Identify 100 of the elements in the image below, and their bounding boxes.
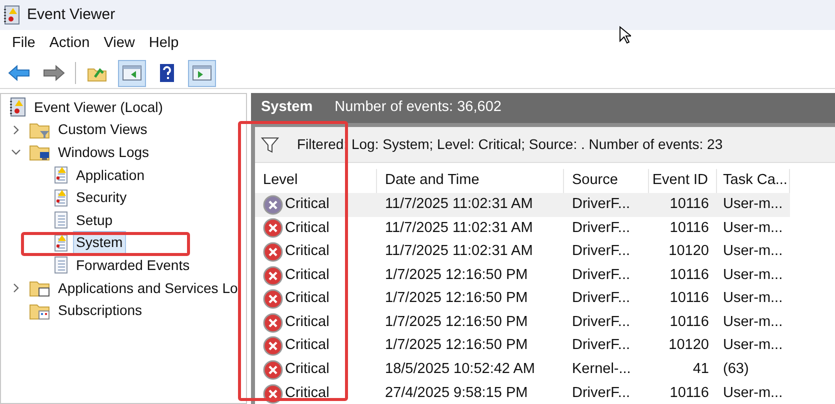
event-viewer-icon bbox=[9, 97, 27, 118]
table-cell-text: 11/7/2025 11:02:31 AM bbox=[384, 194, 534, 214]
pane-left-icon[interactable] bbox=[122, 65, 142, 81]
tree-item[interactable]: Event Viewer (Local) bbox=[31, 96, 166, 119]
table-cell-text: Critical bbox=[285, 289, 330, 308]
table-row[interactable]: Critical 1/7/2025 12:16:50 PM DriverF... 10116 User-m... bbox=[255, 287, 790, 311]
table-cell-text: 10120 bbox=[668, 242, 710, 262]
table-cell-text: User-m... bbox=[722, 312, 784, 332]
filter-icon bbox=[261, 136, 279, 152]
log-icon bbox=[53, 256, 69, 274]
chevron-right-icon[interactable] bbox=[11, 124, 21, 135]
toolbar-button[interactable] bbox=[188, 60, 216, 86]
table-cell-text: 18/5/2025 10:52:42 AM bbox=[384, 360, 536, 380]
error-icon bbox=[263, 312, 283, 333]
table-cell-text: User-m... bbox=[722, 289, 784, 308]
table-cell-text: Critical bbox=[285, 266, 330, 285]
table-cell-text: 27/4/2025 9:58:15 PM bbox=[384, 384, 529, 403]
table-cell-text: DriverF... bbox=[571, 242, 631, 262]
folder-calendar-icon bbox=[29, 302, 51, 320]
table-row[interactable]: Critical 11/7/2025 11:02:31 AM DriverF... 10116 User-m... bbox=[255, 193, 790, 217]
pane-right-icon[interactable] bbox=[192, 65, 212, 81]
table-cell-text: User-m... bbox=[722, 384, 784, 403]
tree-item[interactable]: Custom Views bbox=[55, 118, 150, 142]
table-cell-text: User-m... bbox=[722, 266, 784, 285]
table-row[interactable]: Critical 11/7/2025 11:02:31 AM DriverF... 10116 User-m... bbox=[255, 216, 790, 240]
table-cell-text: DriverF... bbox=[571, 384, 631, 403]
folder-filter-icon bbox=[29, 120, 51, 139]
table-cell-text: 10116 bbox=[668, 289, 710, 308]
table-cell-text: User-m... bbox=[722, 218, 784, 238]
table-cell-text: DriverF... bbox=[571, 218, 631, 238]
table-row[interactable]: Critical 11/7/2025 11:02:31 AM DriverF... 10120 User-m... bbox=[255, 240, 790, 264]
tree-item[interactable]: Setup bbox=[73, 208, 116, 232]
table-cell-text: Critical bbox=[285, 312, 330, 332]
error-icon bbox=[263, 289, 283, 310]
error-icon bbox=[263, 242, 283, 262]
table-cell-text: Critical bbox=[285, 218, 330, 238]
table-cell-text: 10116 bbox=[668, 384, 710, 403]
table-cell-text: DriverF... bbox=[571, 194, 631, 214]
error-icon bbox=[263, 336, 283, 356]
tree-item[interactable]: Subscriptions bbox=[55, 299, 146, 322]
folder-computer-icon bbox=[29, 143, 51, 162]
table-cell-text: DriverF... bbox=[571, 336, 631, 356]
error-icon bbox=[263, 360, 283, 380]
menu-item[interactable]: Help bbox=[142, 33, 185, 55]
table-cell-text: 10116 bbox=[668, 194, 710, 214]
table-cell-text: Critical bbox=[285, 336, 330, 356]
table-cell-text: Kernel-... bbox=[571, 360, 632, 380]
help-icon[interactable] bbox=[159, 63, 175, 83]
table-cell-text: User-m... bbox=[722, 242, 784, 262]
table-cell-text: 1/7/2025 12:16:50 PM bbox=[384, 289, 529, 308]
table-cell-text: Critical bbox=[285, 360, 330, 380]
table-row[interactable]: Critical 27/4/2025 9:58:15 PM DriverF... 10116 User-m... bbox=[255, 382, 790, 404]
table-row[interactable]: Critical 1/7/2025 12:16:50 PM DriverF... 10116 User-m... bbox=[255, 264, 790, 288]
toolbar-button[interactable] bbox=[118, 60, 146, 86]
log-icon bbox=[53, 211, 69, 230]
window-title: Event Viewer bbox=[27, 4, 116, 25]
error-icon bbox=[263, 218, 283, 238]
error-icon bbox=[263, 194, 283, 215]
table-cell-text: 1/7/2025 12:16:50 PM bbox=[384, 266, 529, 285]
folder-window-icon bbox=[29, 279, 51, 298]
menu-item[interactable]: View bbox=[98, 33, 141, 55]
table-row[interactable]: Critical 18/5/2025 10:52:42 AM Kernel-... 41 (63) bbox=[255, 358, 790, 382]
table-cell-text: 10120 bbox=[668, 336, 710, 356]
forward-arrow-icon[interactable] bbox=[43, 65, 65, 81]
chevron-down-icon[interactable] bbox=[11, 147, 21, 158]
log-warning-icon bbox=[53, 188, 69, 207]
tree-item[interactable]: Forwarded Events bbox=[73, 254, 193, 277]
log-warning-icon bbox=[53, 166, 69, 184]
table-cell-text: 1/7/2025 12:16:50 PM bbox=[384, 312, 529, 332]
log-warning-icon bbox=[53, 234, 69, 252]
menu-item[interactable]: File bbox=[6, 33, 42, 55]
table-cell-text: 11/7/2025 11:02:31 AM bbox=[384, 242, 534, 262]
menu-item[interactable]: Action bbox=[43, 33, 96, 55]
table-cell-text: Critical bbox=[285, 242, 330, 262]
table-cell-text: 10116 bbox=[668, 266, 710, 285]
pane-title: System bbox=[261, 98, 313, 118]
error-icon bbox=[263, 266, 283, 286]
table-cell-text: 10116 bbox=[668, 312, 710, 332]
table-cell-text: Critical bbox=[285, 384, 330, 403]
table-row[interactable]: Critical 1/7/2025 12:16:50 PM DriverF... 10116 User-m... bbox=[255, 310, 790, 335]
table-cell-text: DriverF... bbox=[571, 312, 631, 332]
event-count: Number of events: 36,602 bbox=[334, 98, 502, 118]
tree-item[interactable]: Security bbox=[73, 186, 130, 210]
table-cell-text: 1/7/2025 12:16:50 PM bbox=[384, 336, 529, 356]
filter-text: Filtered: Log: System; Level: Critical; Source: . Number of events: 23 bbox=[297, 135, 723, 154]
tree-item[interactable]: Windows Logs bbox=[55, 140, 152, 164]
table-cell-text: DriverF... bbox=[571, 266, 631, 285]
tree-item[interactable]: Application bbox=[73, 164, 148, 187]
table-row[interactable]: Critical 1/7/2025 12:16:50 PM DriverF... 10120 User-m... bbox=[255, 334, 790, 358]
table-cell-text: User-m... bbox=[722, 194, 784, 214]
chevron-right-icon[interactable] bbox=[11, 283, 21, 294]
table-cell-text: User-m... bbox=[722, 336, 784, 356]
mouse-cursor-icon bbox=[619, 26, 631, 44]
event-viewer-icon bbox=[3, 5, 21, 25]
table-cell-text: 11/7/2025 11:02:31 AM bbox=[384, 218, 534, 238]
back-arrow-icon[interactable] bbox=[8, 65, 30, 81]
table-cell-text: 41 bbox=[692, 360, 710, 380]
tree-item[interactable]: Applications and Services Lo bbox=[55, 276, 241, 300]
table-cell-text: Critical bbox=[285, 194, 330, 214]
table-cell-text: DriverF... bbox=[571, 289, 631, 308]
